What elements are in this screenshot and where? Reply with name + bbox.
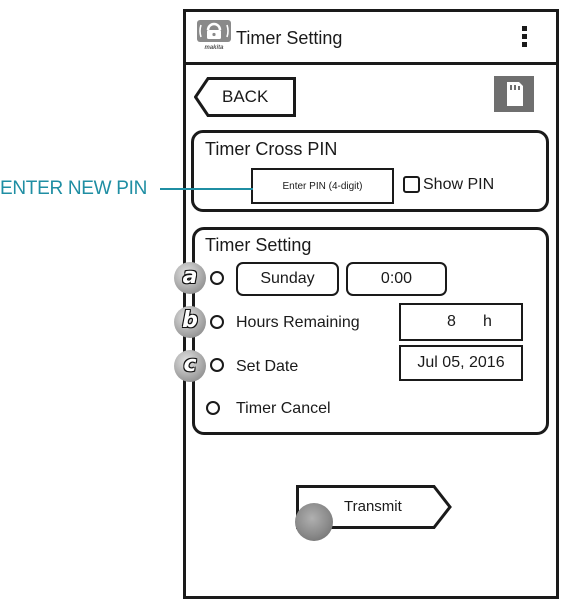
annotation-leader-line (160, 188, 253, 190)
hours-remaining-field[interactable] (399, 303, 523, 341)
transmit-button-label: Transmit (344, 498, 402, 515)
tap-indicator-icon (295, 503, 333, 541)
enter-new-pin-annotation: ENTER NEW PIN (0, 178, 148, 199)
timer-panel-title: Timer Setting (205, 235, 312, 255)
time-select[interactable]: 0:00 (346, 262, 447, 296)
day-select[interactable]: Sunday (236, 262, 339, 296)
pin-panel-title: Timer Cross PIN (205, 139, 338, 159)
page-title: Timer Setting (236, 28, 343, 48)
makita-lock-icon: makita (196, 19, 232, 51)
set-date-label: Set Date (236, 358, 299, 375)
radio-day-time[interactable] (210, 271, 224, 285)
show-pin-checkbox[interactable] (403, 176, 420, 193)
callout-badge-b: b (174, 306, 206, 338)
back-button-label: BACK (222, 87, 269, 106)
pin-input[interactable] (251, 168, 394, 204)
radio-hours-remaining[interactable] (210, 315, 224, 329)
hours-value: 8 (447, 313, 456, 330)
show-pin-label: Show PIN (423, 176, 495, 193)
radio-set-date[interactable] (210, 358, 224, 372)
hours-remaining-label: Hours Remaining (236, 314, 360, 331)
sd-card-icon[interactable] (494, 76, 534, 112)
date-field[interactable]: Jul 05, 2016 (399, 345, 523, 381)
hours-unit: h (483, 313, 492, 330)
kebab-menu-icon[interactable] (521, 26, 529, 52)
callout-badge-a: a (174, 262, 206, 294)
timer-cancel-label: Timer Cancel (236, 400, 331, 417)
svg-text:makita: makita (204, 45, 224, 51)
callout-badge-c: c (174, 350, 206, 382)
radio-timer-cancel[interactable] (206, 401, 220, 415)
